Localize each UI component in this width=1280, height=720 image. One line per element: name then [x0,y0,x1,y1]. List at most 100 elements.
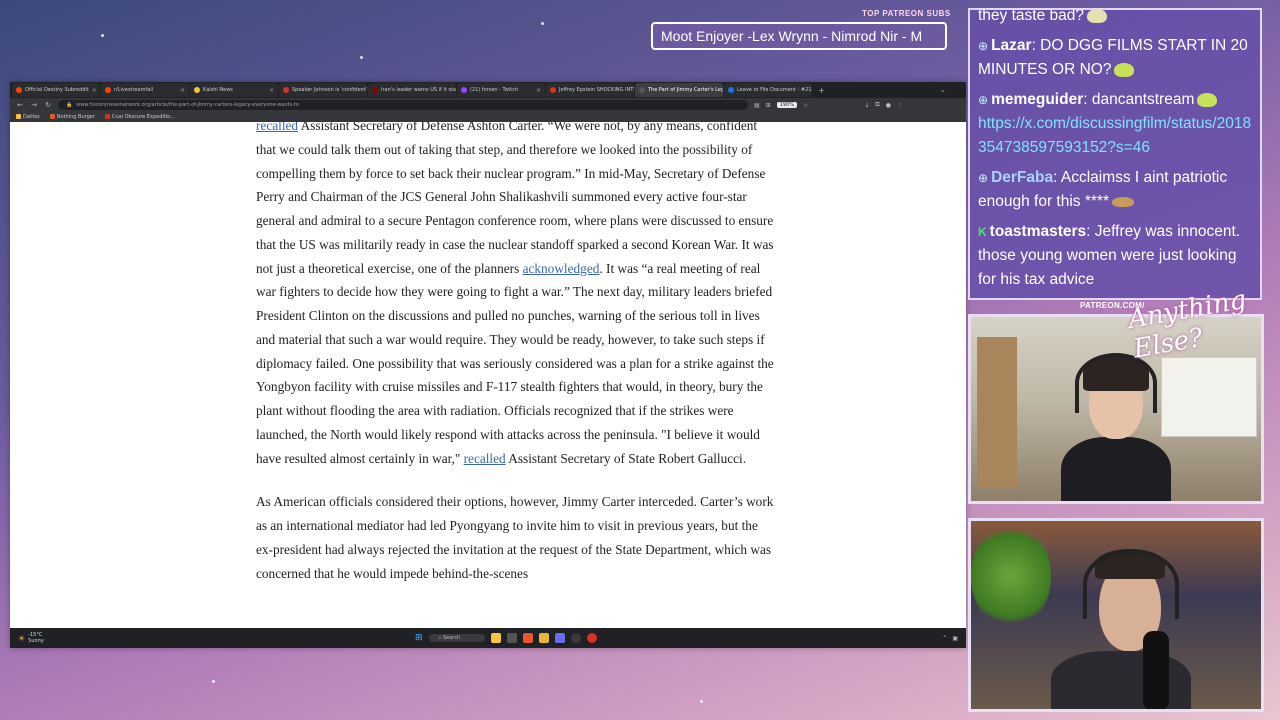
article-paragraph: As American officials considered their o… [256,494,774,581]
taskbar-center: ⊞ ⌕ Search [415,633,597,643]
bookmark-item[interactable]: Nothing Burger [49,114,95,120]
article-link[interactable]: recalled [464,451,506,466]
background-star [541,22,544,25]
cam-shelf [977,337,1017,487]
browser-tab[interactable]: Jeffrey Epstein SHOCKING INTE× [546,83,634,97]
file-explorer-icon[interactable] [490,633,501,643]
back-icon[interactable]: ← [16,101,24,109]
chat-badge-icon: ⊕ [978,39,989,53]
chat-message: they taste bad? [978,10,1252,28]
chat-username[interactable]: memeguider [991,91,1083,108]
taskbar-search[interactable]: ⌕ Search [428,634,485,642]
browser-app-icon[interactable] [522,633,533,643]
profile-icon[interactable]: ● [886,102,891,109]
address-text: www.historynewsnetwork.org/article/the-p… [76,102,300,108]
tab-label: The Part of Jimmy Carter's Legac [648,87,723,93]
folder-app-icon[interactable] [538,633,549,643]
chat-badge-icon: ⊕ [978,171,989,185]
app-icon[interactable] [554,633,565,643]
tab-label: Leave to File Document - #214 [737,87,812,93]
chat-username[interactable]: toastmasters [990,223,1087,240]
chat-username[interactable]: Lazar [991,37,1032,54]
tab-label: Speaker Johnson is 'confident' [292,87,367,93]
tab-close-icon[interactable]: × [180,87,185,94]
tray-app-icon[interactable]: ▣ [952,635,958,642]
tab-close-icon[interactable]: × [92,87,97,94]
chat-link[interactable]: https://x.com/discussingfilm/status/2018… [978,115,1251,156]
download-icon[interactable]: ↓ [864,102,869,109]
extensions-icon[interactable]: ⧉ [875,101,879,109]
article-text: Assistant Secretary of State Robert Gall… [505,450,747,466]
bookmark-label: Dailies [23,114,40,120]
tab-favicon-icon [16,87,22,93]
tab-bar: Official Destiny Subreddit × r/Livestreamf… [10,82,966,98]
sun-icon: ☀ [18,633,26,643]
browser-tab[interactable]: r/Livestreamfail × [101,83,189,97]
windows-start-icon[interactable]: ⊞ [415,633,423,643]
star-icon[interactable]: ☆ [803,102,808,109]
browser-tab[interactable]: Leave to File Document - #214× [724,83,812,97]
tab-close-icon[interactable]: × [536,87,541,94]
new-tab-button[interactable]: + [813,86,830,95]
forward-icon[interactable]: → [30,101,38,109]
weather-desc: Sunny [28,638,44,644]
bookmarks-bar: Dailies Nothing Burger Cual Obscure Expedi… [10,112,966,122]
obs-icon[interactable] [570,633,581,643]
bookmark-item[interactable]: Dailies [16,114,40,120]
translate-icon[interactable]: ⊞ [766,102,771,109]
patreon-ticker: Moot Enjoyer -Lex Wrynn - Nimrod Nir - M [651,22,947,50]
article-body: recalled Assistant Secretary of Defense … [256,122,776,605]
chat-username[interactable]: DerFaba [991,169,1053,186]
chat-message: ⊕ Lazar: DO DGG FILMS START IN 20 MINUTES… [978,34,1252,82]
tab-favicon-icon [728,87,734,93]
tab-favicon-icon [639,87,645,93]
chat-text: : dancantstream [1083,91,1195,108]
browser-tab[interactable]: Speaker Johnson is 'confident'× [279,83,367,97]
tab-favicon-icon [550,87,556,93]
reader-icon[interactable]: ▤ [754,102,760,109]
chat-message: Ktoastmasters: Jeffrey was innocent. tho… [978,220,1252,292]
chat-emote-icon [1087,10,1107,23]
bookmark-favicon-icon [16,114,21,119]
tray-chevron-icon[interactable]: ⌃ [942,635,947,642]
patreon-subs-label: TOP PATREON SUBS [862,9,951,18]
article-paragraph: recalled Assistant Secretary of Defense … [256,122,776,470]
cam-drawers [1161,357,1257,437]
article-link[interactable]: acknowledged [523,261,600,276]
stream-chat: they taste bad? ⊕ Lazar: DO DGG FILMS STAR… [968,8,1262,300]
tab-favicon-icon [105,87,111,93]
zoom-badge[interactable]: 190% [776,102,797,108]
reload-icon[interactable]: ↻ [44,101,52,109]
tab-close-icon[interactable]: × [269,87,274,94]
weather-widget[interactable]: ☀ -15°C Sunny [18,632,44,644]
taskview-icon[interactable] [506,633,517,643]
cam-plant [971,521,1051,631]
record-icon[interactable] [586,633,597,643]
tab-favicon-icon [461,87,467,93]
bookmark-item[interactable]: Cual Obscure Expeditio... [104,114,175,120]
browser-tab[interactable]: (21) forsen - Twitch × [457,83,545,97]
browser-tab[interactable]: Iran's leader warns US if it start× [368,83,456,97]
tab-favicon-icon [194,87,200,93]
bookmark-favicon-icon [104,114,110,119]
tab-favicon-icon [372,87,378,93]
headset-icon [1083,549,1179,619]
browser-tab[interactable]: The Part of Jimmy Carter's Legac× [635,83,723,97]
chat-emote-icon [1114,62,1135,77]
address-bar[interactable]: 🔒 www.historynewsnetwork.org/article/the… [58,100,748,110]
article-link[interactable]: recalled [256,122,298,133]
streamer-body [1061,437,1171,501]
menu-icon[interactable]: ⋮ [897,102,903,109]
guest-body [1051,651,1191,709]
chat-messages: they taste bad? ⊕ Lazar: DO DGG FILMS STAR… [978,10,1252,298]
article-text: . It was “a real meeting of real war fig… [256,260,774,466]
background-star [700,700,703,703]
browser-tab[interactable]: Official Destiny Subreddit × [12,83,100,97]
tab-search-icon[interactable]: ⌄ [940,86,966,94]
taskbar-search-label: Search [442,635,461,641]
page-content: recalled Assistant Secretary of Defense … [10,122,966,628]
tab-label: Jeffrey Epstein SHOCKING INTE [559,87,634,93]
bookmark-label: Cual Obscure Expeditio... [111,114,175,120]
browser-tab[interactable]: Kalshi News × [190,83,278,97]
chat-emote-icon [1111,196,1134,207]
